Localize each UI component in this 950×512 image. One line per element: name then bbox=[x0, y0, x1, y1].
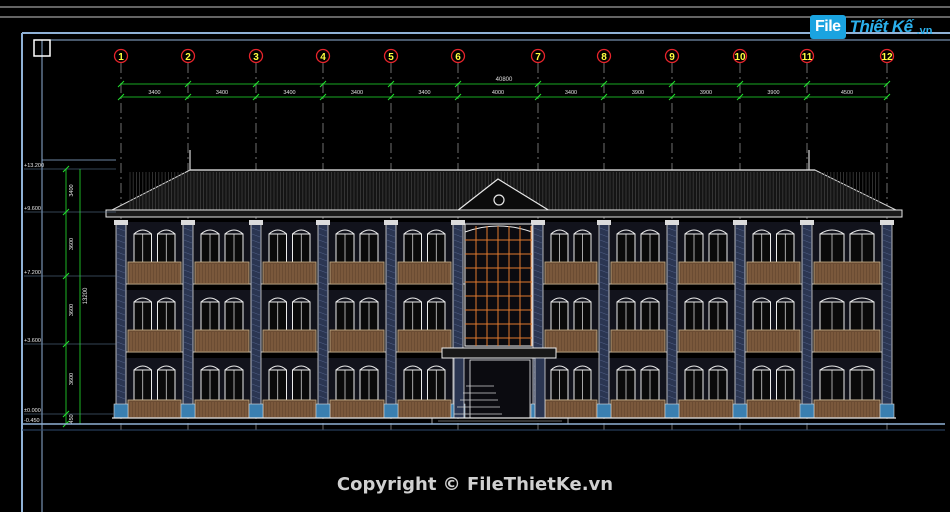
column bbox=[734, 221, 746, 419]
grid-label-6: 6 bbox=[455, 52, 461, 63]
entrance-doorway bbox=[469, 359, 531, 419]
column bbox=[182, 221, 194, 419]
overall-height-label: 13200 bbox=[83, 287, 89, 304]
level-label: -0.450 bbox=[24, 418, 40, 424]
column bbox=[115, 221, 127, 419]
floor-height-label: 3600 bbox=[69, 373, 75, 385]
column-capital bbox=[665, 220, 679, 225]
cornice bbox=[105, 209, 903, 218]
column bbox=[598, 221, 610, 419]
copyright-watermark: Copyright © FileThietKe.vn bbox=[336, 474, 614, 495]
level-label: +3.600 bbox=[24, 338, 41, 344]
column-base bbox=[248, 403, 264, 419]
dim-span-label: 3400 bbox=[283, 90, 295, 96]
column bbox=[385, 221, 397, 419]
floor-height-label: 3400 bbox=[69, 184, 75, 196]
column-capital bbox=[880, 220, 894, 225]
building-facade bbox=[105, 150, 903, 425]
level-label: +7.200 bbox=[24, 270, 41, 276]
column bbox=[666, 221, 678, 419]
dim-span-label: 4500 bbox=[841, 90, 853, 96]
site-logo[interactable]: File Thiết Kế .vn bbox=[810, 12, 933, 42]
entrance-column-left bbox=[453, 357, 465, 419]
grid-label-10: 10 bbox=[734, 52, 746, 63]
entrance-canopy bbox=[441, 347, 557, 359]
column-base bbox=[383, 403, 399, 419]
column bbox=[881, 221, 893, 419]
dim-span-label: 3400 bbox=[351, 90, 363, 96]
dim-span-label: 4000 bbox=[492, 90, 504, 96]
column-base bbox=[879, 403, 895, 419]
grid-label-8: 8 bbox=[601, 52, 607, 63]
column-base bbox=[732, 403, 748, 419]
floor-height-label: 3600 bbox=[69, 238, 75, 250]
dim-span-label: 3400 bbox=[418, 90, 430, 96]
grid-label-7: 7 bbox=[535, 52, 541, 63]
column-capital bbox=[531, 220, 545, 225]
dim-span-label: 3900 bbox=[767, 90, 779, 96]
column-capital bbox=[733, 220, 747, 225]
floor-height-label: 3600 bbox=[69, 304, 75, 316]
column-capital bbox=[384, 220, 398, 225]
column-capital bbox=[451, 220, 465, 225]
grid-label-2: 2 bbox=[185, 52, 191, 63]
floor-height-label: 450 bbox=[69, 414, 75, 423]
grid-label-4: 4 bbox=[320, 52, 326, 63]
column-capital bbox=[800, 220, 814, 225]
column-base bbox=[664, 403, 680, 419]
logo-domain-suffix: .vn bbox=[916, 25, 933, 37]
column-base bbox=[180, 403, 196, 419]
level-label: +9.600 bbox=[24, 206, 41, 212]
level-markers: +13.200 +9.600 +7.200 +3.600 ±0.000 -0.450 340… bbox=[24, 159, 116, 428]
column-base bbox=[113, 403, 129, 419]
level-label: +13.200 bbox=[24, 163, 44, 169]
grid-label-5: 5 bbox=[388, 52, 394, 63]
column-capital bbox=[597, 220, 611, 225]
column-capital bbox=[181, 220, 195, 225]
column-base bbox=[315, 403, 331, 419]
column bbox=[317, 221, 329, 419]
balcony-railing bbox=[544, 399, 598, 419]
elevation-drawing: 1 2 3 4 5 6 7 8 9 10 11 12 408003400 3400 3400 3400 340… bbox=[0, 6, 950, 512]
grid-label-11: 11 bbox=[802, 52, 813, 63]
logo-brand-text: Thiết Kế bbox=[849, 17, 914, 36]
dim-span-label: 3400 bbox=[216, 90, 228, 96]
column bbox=[250, 221, 262, 419]
dim-span-label: 3400 bbox=[148, 90, 160, 96]
entrance-column-right bbox=[534, 357, 546, 419]
column-capital bbox=[114, 220, 128, 225]
balcony-railing bbox=[544, 261, 598, 285]
level-label: ±0.000 bbox=[24, 408, 41, 414]
dim-span-label: 3900 bbox=[700, 90, 712, 96]
column-capital bbox=[316, 220, 330, 225]
grid-label-3: 3 bbox=[253, 52, 259, 63]
column-base bbox=[799, 403, 815, 419]
column-capital bbox=[249, 220, 263, 225]
column bbox=[801, 221, 813, 419]
grid-label-1: 1 bbox=[118, 52, 124, 63]
dim-total-label: 40800 bbox=[496, 77, 513, 83]
logo-file-badge: File bbox=[810, 15, 846, 39]
grid-label-12: 12 bbox=[881, 52, 893, 63]
grid-label-9: 9 bbox=[669, 52, 675, 63]
dim-span-label: 3900 bbox=[632, 90, 644, 96]
dim-span-label: 3400 bbox=[565, 90, 577, 96]
column-base bbox=[596, 403, 612, 419]
dimension-layer: 40800 3400 3400 3400 3400 3400 4000 3400 3900 390… bbox=[117, 77, 891, 101]
